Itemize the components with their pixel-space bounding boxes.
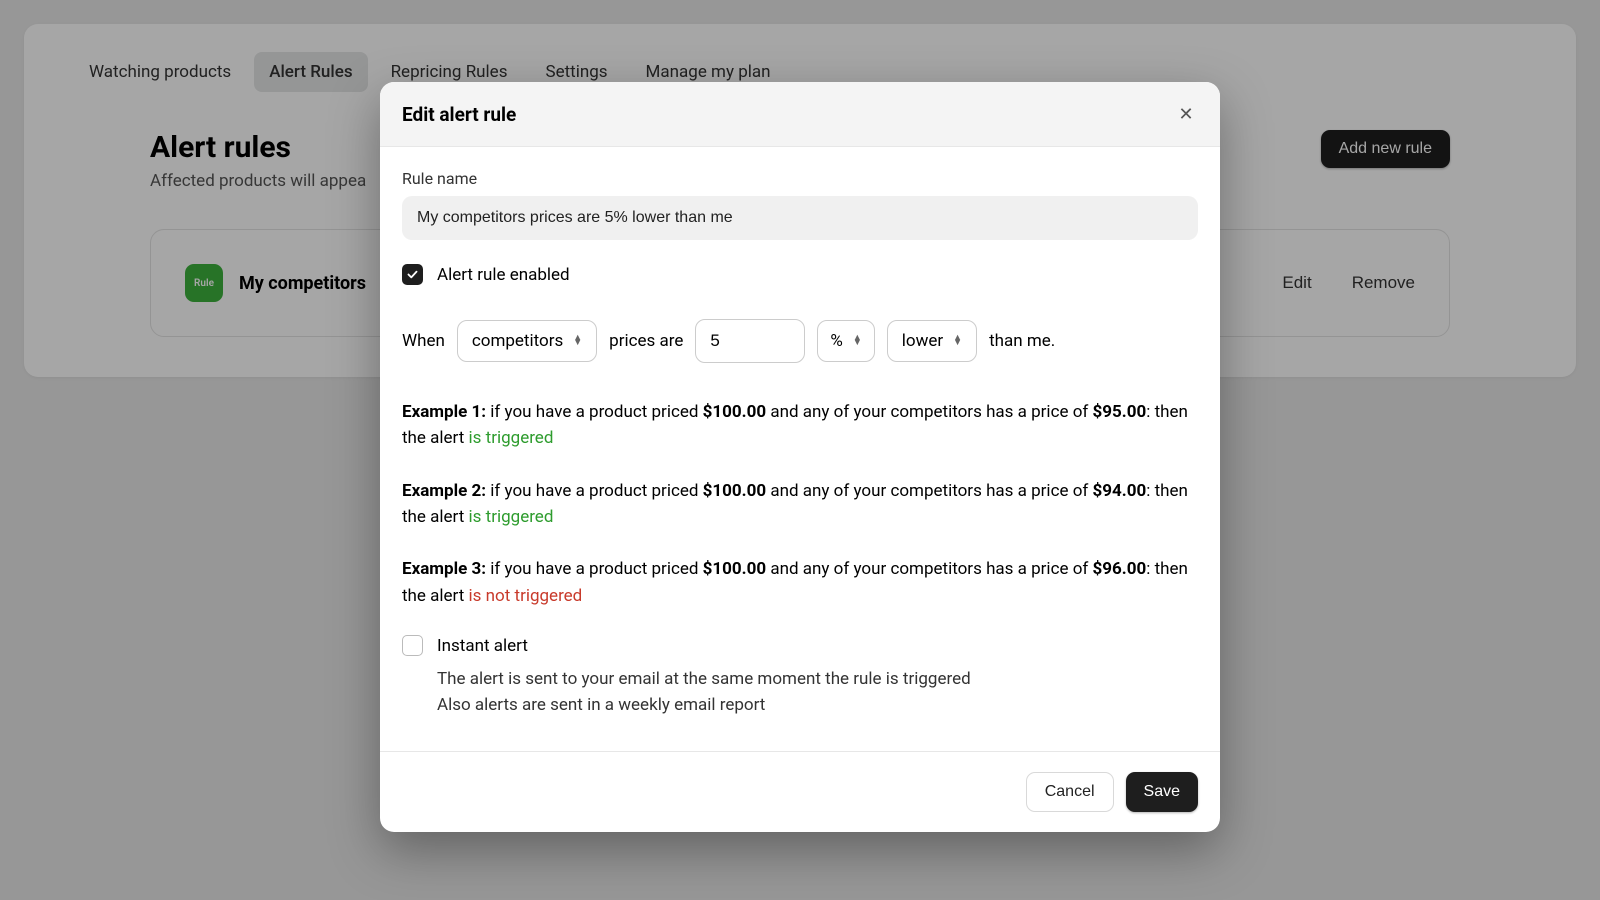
- rule-name-label: Rule name: [402, 169, 1198, 188]
- updown-icon: ▲▼: [573, 336, 582, 346]
- example-1: Example 1: if you have a product priced …: [402, 399, 1198, 452]
- example-3: Example 3: if you have a product priced …: [402, 556, 1198, 609]
- example-1-label: Example 1:: [402, 402, 486, 422]
- rule-name-input[interactable]: [402, 196, 1198, 240]
- unit-select-value: %: [830, 331, 842, 351]
- sentence-prices-are: prices are: [609, 331, 683, 351]
- sentence-than-me: than me.: [989, 331, 1055, 351]
- modal-footer: Cancel Save: [380, 751, 1220, 832]
- example-3-result: is not triggered: [469, 586, 583, 606]
- modal-overlay[interactable]: Edit alert rule ✕ Rule name Alert rule e…: [0, 0, 1600, 900]
- modal-header: Edit alert rule ✕: [380, 82, 1220, 147]
- modal-title: Edit alert rule: [402, 103, 516, 126]
- instant-alert-label: Instant alert: [437, 636, 528, 656]
- instant-desc-2: Also alerts are sent in a weekly email r…: [437, 692, 1198, 718]
- alert-enabled-checkbox[interactable]: [402, 264, 423, 285]
- who-select-value: competitors: [472, 331, 563, 351]
- example-2-label: Example 2:: [402, 481, 486, 501]
- close-button[interactable]: ✕: [1174, 102, 1198, 126]
- example-2: Example 2: if you have a product priced …: [402, 478, 1198, 531]
- edit-alert-rule-modal: Edit alert rule ✕ Rule name Alert rule e…: [380, 82, 1220, 832]
- direction-select[interactable]: lower ▲▼: [887, 320, 977, 362]
- direction-select-value: lower: [902, 331, 943, 351]
- instant-alert-checkbox[interactable]: [402, 635, 423, 656]
- example-1-result: is triggered: [469, 428, 554, 448]
- unit-select[interactable]: % ▲▼: [817, 320, 874, 362]
- who-select[interactable]: competitors ▲▼: [457, 320, 597, 362]
- close-icon: ✕: [1178, 104, 1193, 125]
- threshold-input[interactable]: [695, 319, 805, 363]
- sentence-when: When: [402, 331, 445, 351]
- updown-icon: ▲▼: [953, 336, 962, 346]
- save-button[interactable]: Save: [1126, 772, 1198, 812]
- examples-block: Example 1: if you have a product priced …: [402, 399, 1198, 609]
- example-2-result: is triggered: [469, 507, 554, 527]
- cancel-button[interactable]: Cancel: [1026, 772, 1114, 812]
- example-3-label: Example 3:: [402, 559, 486, 579]
- updown-icon: ▲▼: [853, 336, 862, 346]
- instant-desc-1: The alert is sent to your email at the s…: [437, 666, 1198, 692]
- alert-enabled-label: Alert rule enabled: [437, 265, 570, 285]
- check-icon: [406, 268, 419, 281]
- rule-sentence: When competitors ▲▼ prices are % ▲▼ lowe…: [402, 319, 1198, 363]
